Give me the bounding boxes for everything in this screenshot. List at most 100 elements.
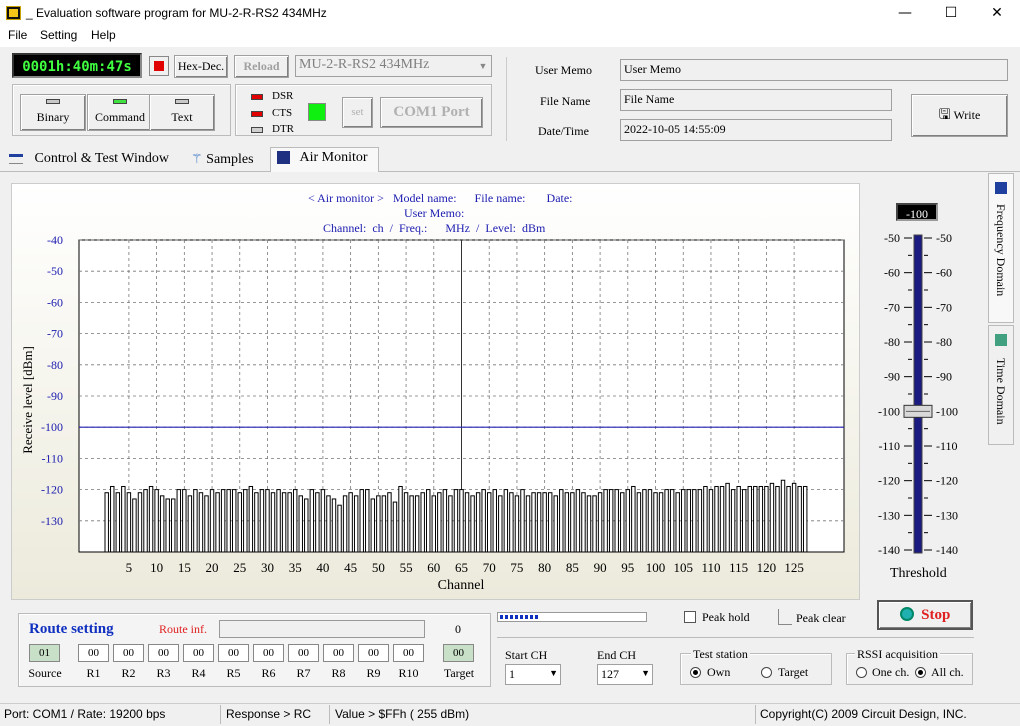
own-radio[interactable] — [690, 667, 701, 678]
peak-clear-button[interactable] — [778, 609, 792, 625]
route-cell[interactable]: 00 — [393, 644, 424, 662]
end-ch-select[interactable]: 127 ▼ — [597, 664, 653, 685]
chart-bar — [586, 495, 592, 553]
route-cell[interactable]: 00 — [358, 644, 389, 662]
threshold-tick-left: -70 — [884, 300, 900, 314]
route-cell[interactable]: 00 — [443, 644, 474, 662]
route-cell[interactable]: 01 — [29, 644, 60, 662]
chart-bar — [104, 492, 109, 553]
chart-bar — [448, 495, 453, 553]
stop-button[interactable]: Stop — [877, 600, 973, 630]
y-tick-label: -80 — [47, 358, 63, 372]
y-tick-label: -110 — [41, 451, 63, 465]
chart-bar — [387, 492, 392, 553]
chart-bar — [392, 501, 398, 553]
x-tick-label: 5 — [126, 560, 133, 575]
chart-bar — [182, 489, 187, 553]
one-ch-radio[interactable] — [856, 667, 867, 678]
route-cell[interactable]: 00 — [253, 644, 284, 662]
all-ch-radio[interactable] — [915, 667, 926, 678]
y-tick-label: -60 — [47, 295, 63, 309]
threshold-tick-right: -50 — [936, 231, 952, 245]
start-ch-select[interactable]: 1 ▼ — [505, 664, 561, 685]
chart-bar — [403, 492, 409, 553]
chart-bar — [470, 495, 475, 553]
status-divider — [220, 705, 221, 724]
chart-bar — [486, 492, 492, 553]
y-tick-label: -120 — [41, 483, 63, 497]
slider-track[interactable] — [913, 234, 923, 554]
chart-bar — [337, 504, 342, 553]
chart-bar — [631, 485, 636, 553]
x-tick-label: 125 — [784, 560, 804, 575]
threshold-tick-right: -60 — [936, 266, 952, 280]
end-ch-value: 127 — [601, 667, 619, 681]
chart-bar — [359, 489, 364, 553]
threshold-tick-left: -90 — [884, 370, 900, 384]
chart-bar — [608, 489, 614, 553]
chart-bar — [547, 492, 553, 553]
route-cell[interactable]: 00 — [113, 644, 144, 662]
progress-bar — [497, 612, 647, 622]
own-label: Own — [707, 665, 731, 679]
chart-bar — [320, 489, 326, 553]
threshold-tick-left: -130 — [878, 508, 900, 522]
chart-bar — [697, 489, 703, 553]
peak-hold-checkbox[interactable] — [684, 611, 696, 623]
chart-bar — [159, 495, 165, 553]
chart-bar — [265, 489, 270, 553]
chart-bar — [431, 495, 437, 553]
chart-bar — [769, 482, 775, 553]
x-tick-label: 95 — [621, 560, 634, 575]
route-cell[interactable]: 00 — [323, 644, 354, 662]
chart-bar — [204, 495, 209, 553]
threshold-tick-right: -80 — [936, 335, 952, 349]
threshold-label: Threshold — [890, 566, 947, 581]
chart-bar — [420, 492, 425, 553]
route-cell[interactable]: 00 — [183, 644, 214, 662]
chart-bar — [686, 489, 692, 553]
y-axis-label: Receive level [dBm] — [20, 346, 35, 454]
rssi-label: RSSI acquisition — [855, 647, 941, 662]
x-tick-label: 120 — [757, 560, 777, 575]
chart-bar — [453, 489, 459, 553]
chart-bar — [326, 495, 331, 553]
chart-bar — [492, 489, 497, 553]
chart-bar — [193, 489, 198, 553]
radio-dot — [918, 670, 923, 675]
radio-dot — [693, 670, 698, 675]
threshold-tick-right: -90 — [936, 370, 952, 384]
chart-bar — [409, 495, 414, 553]
chart-bar — [287, 492, 292, 553]
route-cell[interactable]: 00 — [218, 644, 249, 662]
chart-bar — [259, 489, 265, 553]
chart-bar — [215, 492, 220, 553]
route-cell[interactable]: 00 — [78, 644, 109, 662]
chart-bar — [376, 495, 381, 553]
chart-bar — [481, 489, 486, 553]
route-cell[interactable]: 00 — [288, 644, 319, 662]
chart-bar — [304, 498, 309, 553]
chart-bar — [220, 489, 226, 553]
chart-bar — [414, 495, 420, 553]
route-cell[interactable]: 00 — [148, 644, 179, 662]
chart-bar — [331, 498, 337, 553]
chart-bar — [309, 489, 315, 553]
status-divider — [755, 705, 756, 724]
chart-bar — [653, 492, 658, 553]
route-info-label: Route inf. — [159, 622, 207, 636]
threshold-tick-right: -140 — [936, 543, 958, 557]
chart-bar — [636, 492, 642, 553]
threshold-slider[interactable]: -50 -50 -60 -60 -70 -70 -80 -80 -90 -90 -100 -100 -1… — [860, 222, 980, 567]
target-radio[interactable] — [761, 667, 772, 678]
threshold-tick-right: -100 — [936, 404, 958, 418]
x-tick-label: 10 — [150, 560, 163, 575]
progress-fill — [500, 615, 538, 619]
chart-bar — [348, 492, 353, 553]
peak-clear-label[interactable]: Peak clear — [796, 611, 846, 626]
chart-bar — [315, 492, 320, 553]
chart-bar — [270, 492, 276, 553]
x-tick-label: 105 — [673, 560, 693, 575]
threshold-tick-left: -110 — [878, 439, 900, 453]
threshold-tick-right: -130 — [936, 508, 958, 522]
